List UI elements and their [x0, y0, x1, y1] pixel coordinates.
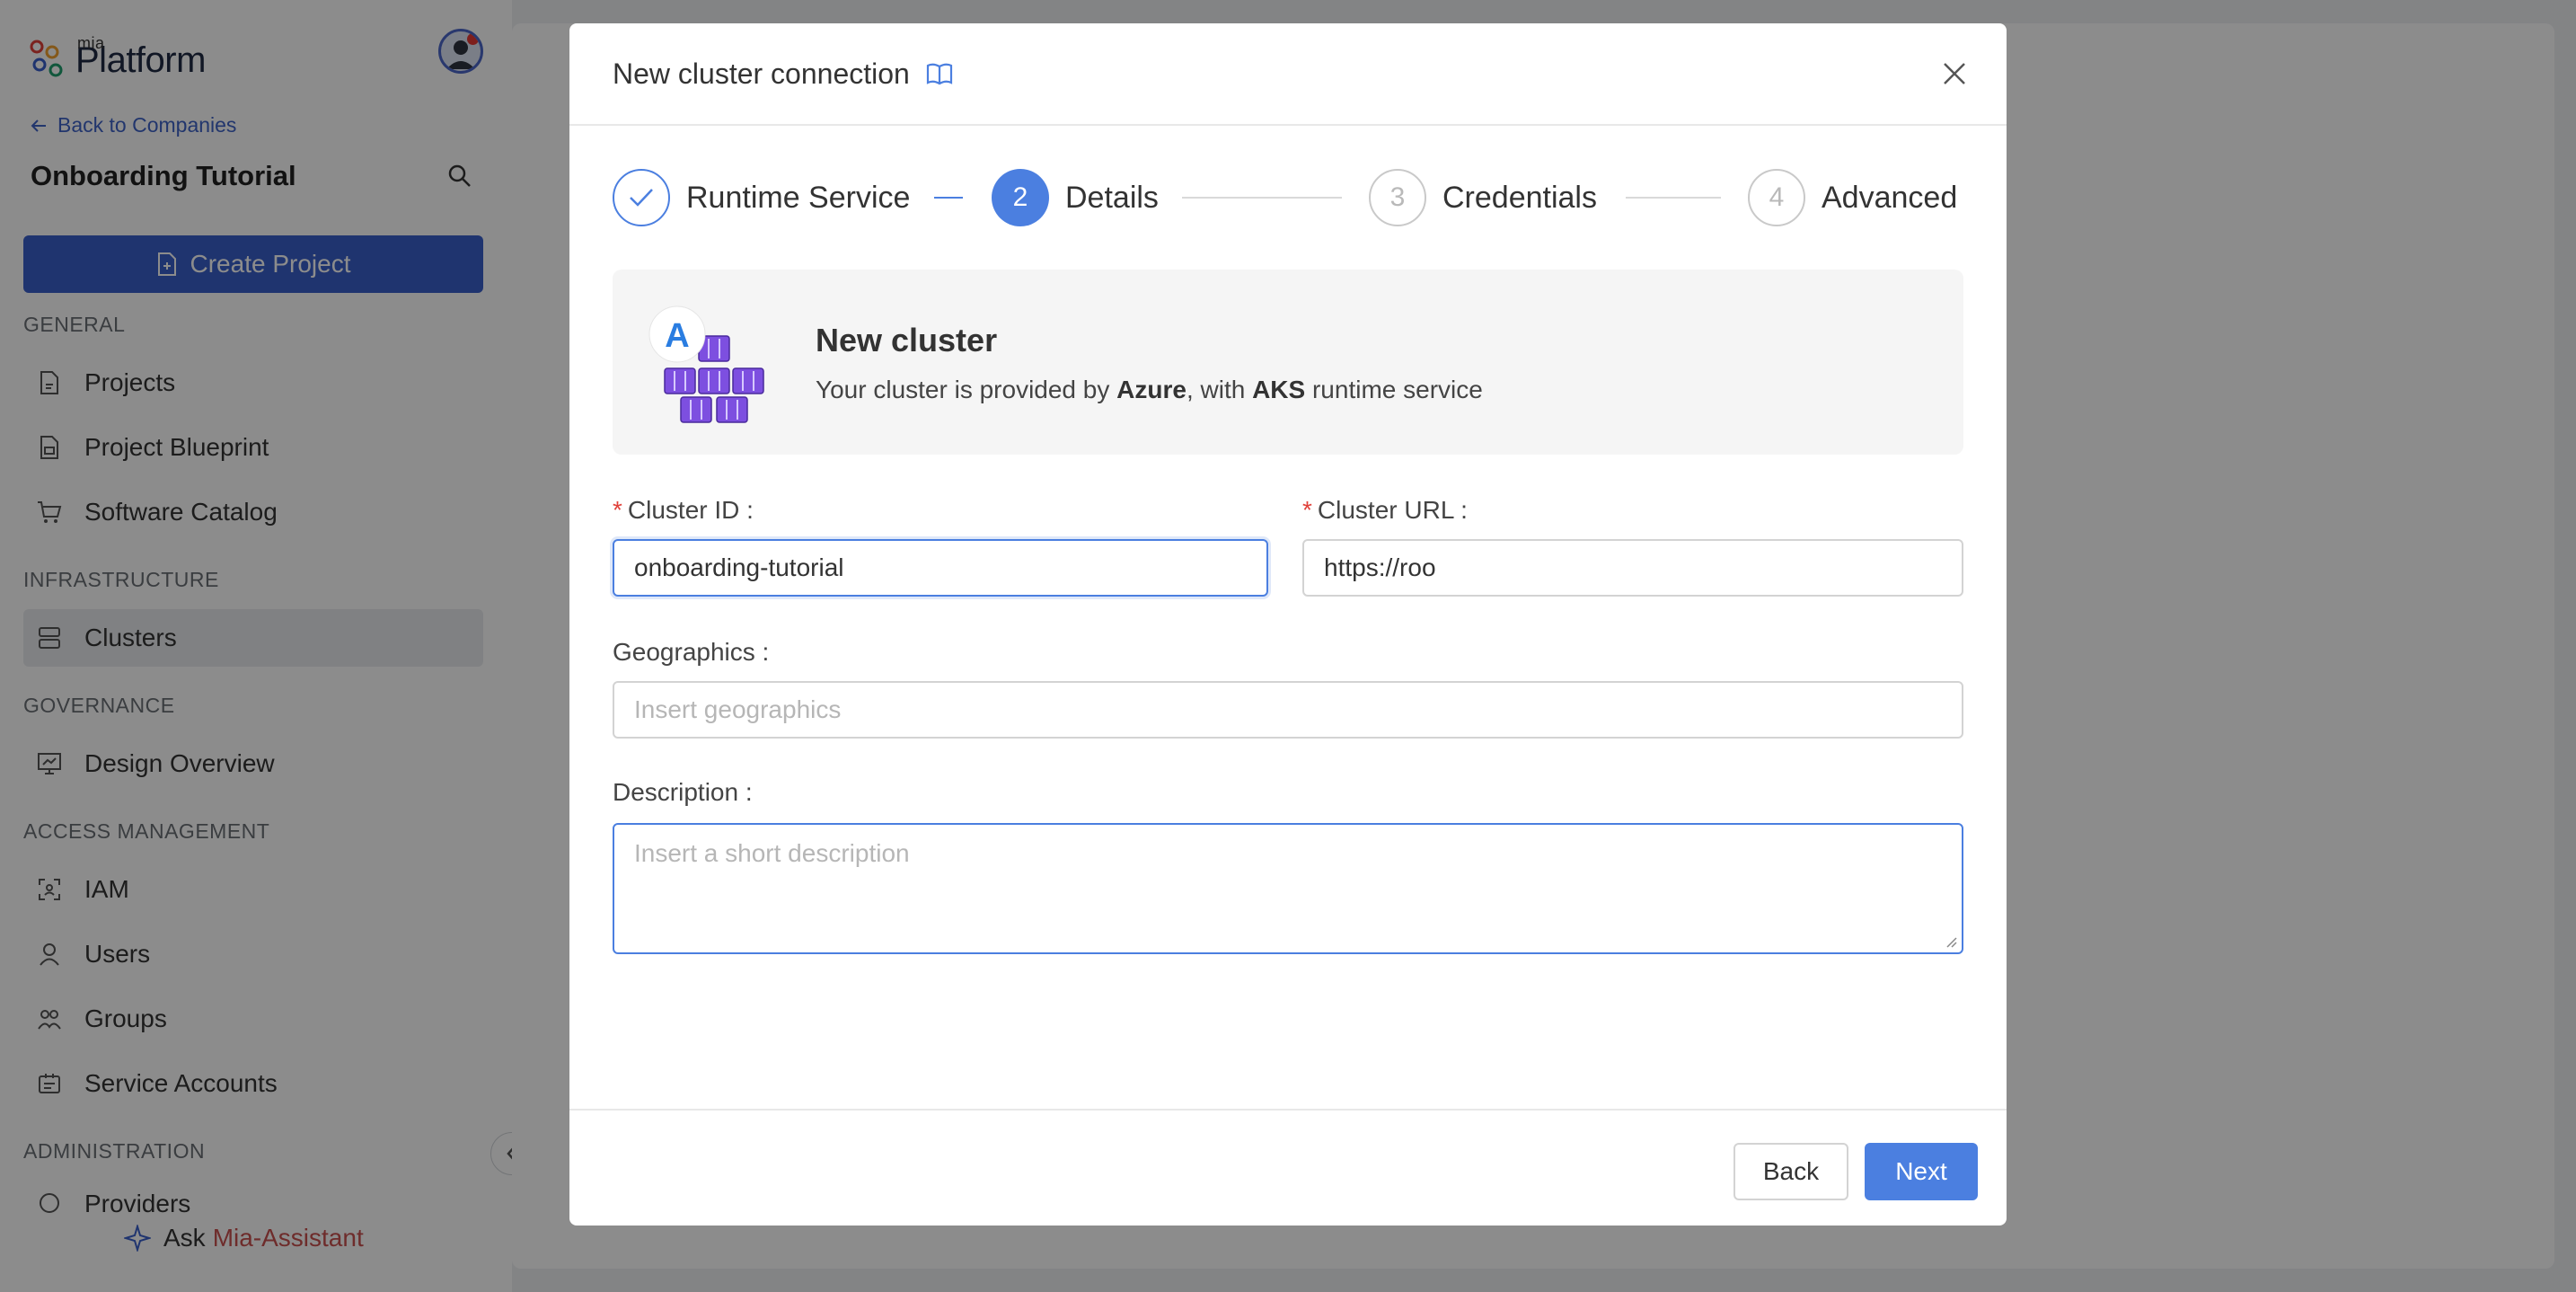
cluster-id-label-text: Cluster ID — [627, 496, 740, 524]
card-desc-middle: , with — [1186, 376, 1246, 403]
step-label: Credentials — [1442, 180, 1597, 215]
step-connector — [1626, 197, 1721, 199]
azure-badge-letter: A — [665, 317, 689, 355]
step-number: 4 — [1748, 169, 1805, 226]
cluster-id-input[interactable]: onboarding-tutorial — [613, 539, 1268, 597]
card-runtime: AKS — [1252, 376, 1306, 403]
step-advanced[interactable]: 4 Advanced — [1748, 169, 1957, 226]
description-label-text: Description — [613, 778, 739, 806]
card-desc-prefix: Your cluster is provided by — [816, 376, 1110, 403]
required-marker: * — [613, 496, 622, 524]
card-desc-suffix: runtime service — [1311, 376, 1483, 403]
label-colon: : — [754, 638, 770, 666]
cluster-url-label-text: Cluster URL — [1317, 496, 1454, 524]
step-number: 3 — [1369, 169, 1426, 226]
required-marker: * — [1302, 496, 1312, 524]
resize-grip-icon[interactable] — [1944, 934, 1958, 949]
geographics-input[interactable]: Insert geographics — [613, 681, 1963, 739]
step-label: Runtime Service — [686, 180, 911, 215]
close-icon[interactable] — [1938, 58, 1971, 90]
card-provider: Azure — [1116, 376, 1187, 403]
modal-header: New cluster connection — [569, 23, 2007, 126]
label-colon: : — [1453, 496, 1468, 524]
description-textarea[interactable]: Insert a short description — [613, 823, 1963, 954]
description-label: Description : — [613, 778, 753, 807]
step-connector — [934, 197, 963, 199]
card-description: Your cluster is provided by Azure, with … — [816, 376, 1483, 404]
modal-footer: Back Next — [569, 1109, 2007, 1226]
back-button[interactable]: Back — [1734, 1143, 1848, 1200]
aks-cluster-icon: A — [648, 304, 774, 430]
stepper: Runtime Service 2 Details 3 Credentials … — [613, 169, 1963, 226]
step-label: Advanced — [1822, 180, 1958, 215]
label-colon: : — [739, 496, 754, 524]
step-credentials[interactable]: 3 Credentials — [1369, 169, 1597, 226]
step-connector — [1182, 197, 1342, 199]
next-button[interactable]: Next — [1865, 1143, 1978, 1200]
new-cluster-modal: New cluster connection Runtime Service 2… — [569, 23, 2007, 1226]
step-number: 2 — [992, 169, 1049, 226]
geographics-label: Geographics : — [613, 638, 769, 667]
modal-title: New cluster connection — [613, 57, 910, 90]
label-colon: : — [738, 778, 753, 806]
card-title: New cluster — [816, 322, 998, 358]
cluster-id-label: * Cluster ID : — [613, 496, 754, 525]
cluster-url-label: * Cluster URL : — [1302, 496, 1468, 525]
book-icon[interactable] — [926, 62, 953, 85]
step-details[interactable]: 2 Details — [992, 169, 1159, 226]
geographics-label-text: Geographics — [613, 638, 755, 666]
description-placeholder: Insert a short description — [634, 839, 910, 867]
step-label: Details — [1065, 180, 1159, 215]
check-icon — [613, 169, 670, 226]
cluster-url-input[interactable]: https://roo — [1302, 539, 1963, 597]
step-runtime-service[interactable]: Runtime Service — [613, 169, 910, 226]
cluster-info-card: A New cluster Your cluster is provided b… — [613, 270, 1963, 455]
